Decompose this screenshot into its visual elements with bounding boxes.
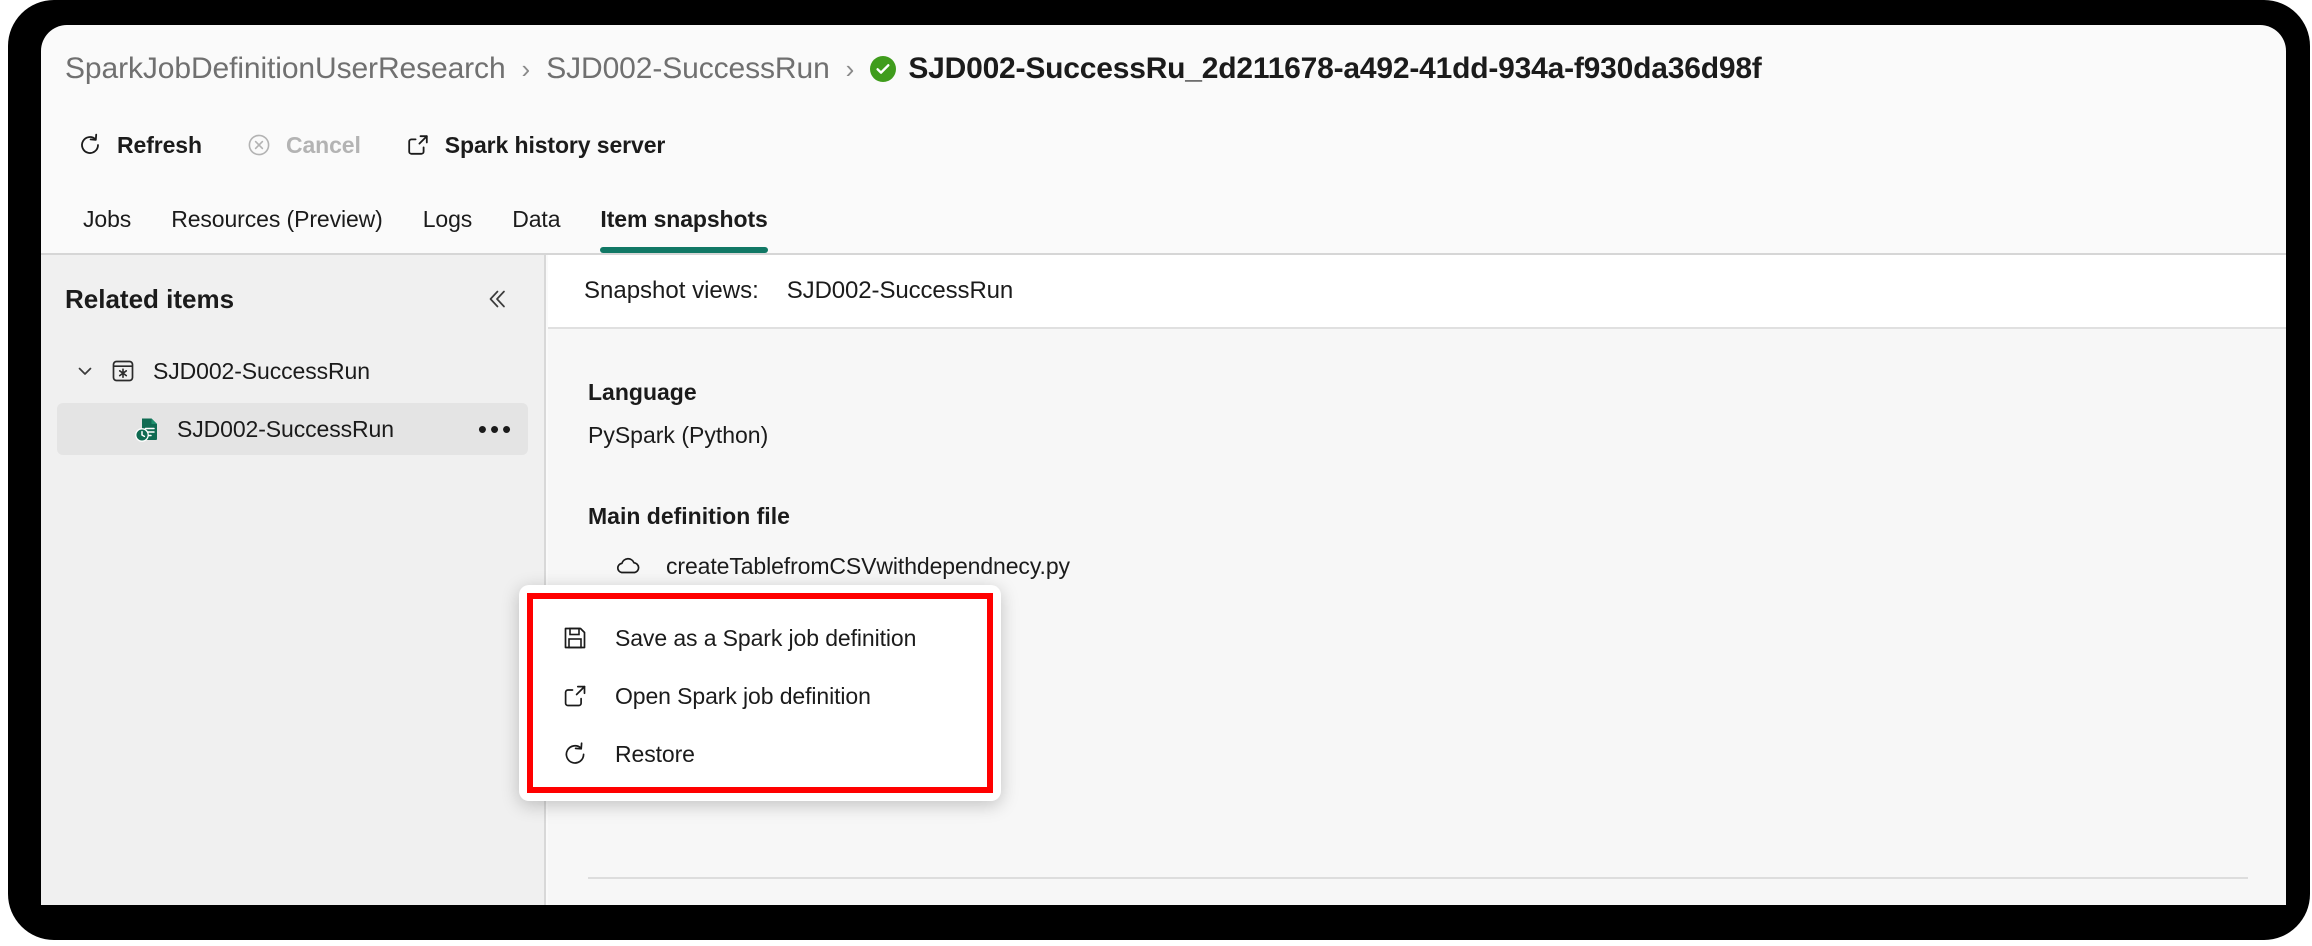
breadcrumb: SparkJobDefinitionUserResearch › SJD002-…	[41, 25, 2286, 113]
main-definition-file-label: Main definition file	[588, 503, 790, 529]
snapshot-detail: Language PySpark (Python) Main definitio…	[548, 329, 2286, 582]
menu-item-open-spark-job-definition[interactable]: Open Spark job definition	[533, 667, 987, 725]
snapshot-views-label: Snapshot views:	[584, 277, 759, 304]
tab-resources[interactable]: Resources (Preview)	[151, 206, 403, 253]
toolbar: Refresh Cancel Spark history server	[41, 113, 2286, 177]
breadcrumb-separator: ›	[521, 53, 531, 84]
cancel-label: Cancel	[285, 131, 361, 158]
language-label: Language	[588, 379, 697, 405]
window-frame: SparkJobDefinitionUserResearch › SJD002-…	[8, 0, 2310, 940]
snapshot-views-bar: Snapshot views: SJD002-SuccessRun	[548, 255, 2286, 329]
restore-icon	[559, 738, 591, 770]
tab-bar: Jobs Resources (Preview) Logs Data Item …	[41, 177, 2286, 255]
save-icon	[559, 622, 591, 654]
spark-history-server-button[interactable]: Spark history server	[391, 121, 677, 169]
content-divider	[588, 877, 2248, 879]
cancel-button: Cancel	[232, 121, 373, 169]
menu-item-label: Save as a Spark job definition	[615, 624, 917, 651]
main-definition-file-name: createTablefromCSVwithdependnecy.py	[666, 552, 1070, 579]
related-items-tree: SJD002-SuccessRun SJD002-SuccessRun •••	[41, 345, 544, 455]
related-items-panel: Related items SJD002-SuccessRun SJD002-S…	[41, 255, 546, 905]
context-menu: Save as a Spark job definition Open Spar…	[519, 585, 1001, 801]
open-external-icon	[559, 680, 591, 712]
tab-item-snapshots[interactable]: Item snapshots	[580, 206, 787, 253]
snapshot-content: Snapshot views: SJD002-SuccessRun Langua…	[548, 255, 2286, 905]
tab-logs[interactable]: Logs	[403, 206, 492, 253]
body-split: Related items SJD002-SuccessRun SJD002-S…	[41, 255, 2286, 905]
spark-history-server-label: Spark history server	[444, 131, 666, 158]
breadcrumb-separator: ›	[845, 53, 855, 84]
app-surface: SparkJobDefinitionUserResearch › SJD002-…	[41, 25, 2286, 905]
refresh-label: Refresh	[117, 131, 202, 158]
tree-item-label: SJD002-SuccessRun	[177, 415, 394, 442]
sidebar-title: Related items	[65, 283, 235, 314]
menu-item-label: Restore	[615, 740, 695, 767]
cancel-icon	[244, 130, 274, 160]
open-external-icon	[403, 130, 433, 160]
success-check-icon	[870, 56, 897, 82]
breadcrumb-item-workspace[interactable]: SparkJobDefinitionUserResearch	[65, 52, 506, 86]
breadcrumb-item-job[interactable]: SJD002-SuccessRun	[546, 52, 830, 86]
tree-item-snapshot[interactable]: SJD002-SuccessRun •••	[57, 403, 528, 455]
more-options-button[interactable]: •••	[474, 409, 518, 449]
tree-item-spark-job-definition[interactable]: SJD002-SuccessRun	[57, 345, 528, 397]
menu-item-restore[interactable]: Restore	[533, 725, 987, 783]
tree-item-label: SJD002-SuccessRun	[153, 357, 370, 384]
menu-item-label: Open Spark job definition	[615, 682, 871, 709]
breadcrumb-item-current: SJD002-SuccessRu_2d211678-a492-41dd-934a…	[908, 52, 1762, 85]
language-value: PySpark (Python)	[588, 422, 769, 448]
spark-job-definition-icon	[107, 355, 139, 387]
menu-item-save-as-spark-job-definition[interactable]: Save as a Spark job definition	[533, 609, 987, 667]
refresh-button[interactable]: Refresh	[63, 121, 214, 169]
refresh-icon	[75, 130, 105, 160]
cloud-icon	[612, 550, 644, 582]
tab-data[interactable]: Data	[492, 206, 580, 253]
chevron-double-left-icon[interactable]	[476, 279, 516, 319]
sidebar-header: Related items	[41, 255, 544, 319]
main-definition-file-row[interactable]: createTablefromCSVwithdependnecy.py	[588, 550, 2286, 582]
snapshot-document-icon	[131, 413, 163, 445]
context-menu-highlight: Save as a Spark job definition Open Spar…	[527, 593, 993, 793]
chevron-down-icon[interactable]	[71, 357, 99, 385]
tab-jobs[interactable]: Jobs	[63, 206, 151, 253]
snapshot-views-value[interactable]: SJD002-SuccessRun	[787, 277, 1014, 305]
